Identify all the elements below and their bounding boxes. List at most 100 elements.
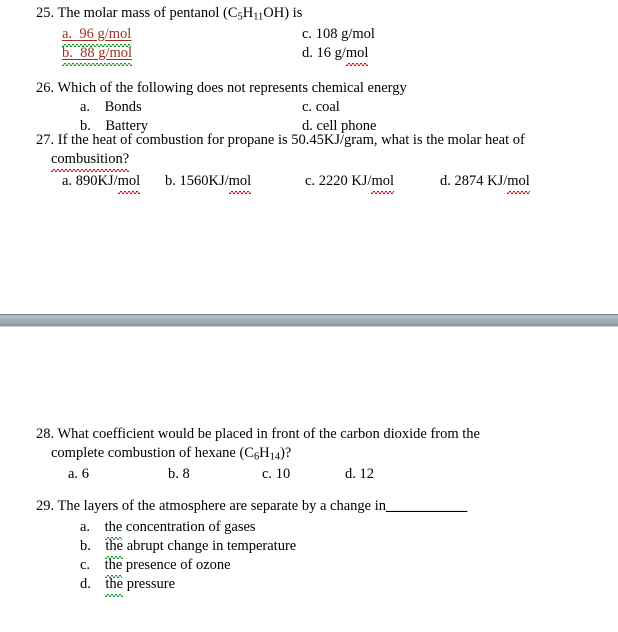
question-27-option-row: a. 890KJ/mol b. 1560KJ/mol c. 2220 KJ/mo… [0, 172, 618, 194]
question-25-stem: 25. The molar mass of pentanol (C5H11OH)… [0, 4, 618, 23]
question-26-option-a-text: Bonds [104, 99, 142, 115]
question-29-option-c-grammar: the [104, 557, 123, 578]
question-29-option-b[interactable]: b. the abrupt change in temperature [80, 537, 297, 559]
question-28-option-d[interactable]: d. 12 [345, 465, 374, 484]
question-29-option-a[interactable]: a. the concentration of gases [80, 518, 256, 540]
question-28-option-a-label: a. [68, 466, 79, 482]
question-25-option-b[interactable]: b. 88 g/mol [62, 44, 133, 66]
question-25-option-c-label: c. [302, 26, 313, 42]
question-28-stem-text: What coefficient would be placed in fron… [57, 426, 481, 442]
question-27-option-c[interactable]: c. 2220 KJ/mol [305, 172, 395, 194]
question-29-stem: 29. The layers of the atmosphere are sep… [0, 497, 618, 516]
question-26-option-c[interactable]: c. coal [302, 98, 340, 117]
question-29-option-b-label: b. [80, 538, 91, 554]
question-29-answer-blank[interactable]: ____________ [386, 498, 468, 514]
question-26-number: 26. [36, 80, 55, 96]
question-25-number: 25. [36, 5, 55, 21]
question-28-stem-line2: complete combustion of hexane (C6H14)? [0, 444, 618, 463]
question-25-option-d[interactable]: d. 16 g/mol [302, 44, 369, 66]
question-27-option-d-misspelling: mol [507, 173, 530, 194]
question-28-option-c-text: 10 [275, 466, 291, 482]
question-28-subscript-2: 14 [269, 451, 281, 463]
question-26-option-a-label: a. [80, 99, 91, 115]
question-27-option-b-label: b. [165, 173, 176, 189]
question-25-option-a-text: 96 g/mol [79, 26, 132, 42]
question-26-option-c-text: coal [315, 99, 340, 115]
question-29-option-a-label: a. [80, 519, 91, 535]
document-page: 25. The molar mass of pentanol (C5H11OH)… [0, 0, 618, 600]
question-25: 25. The molar mass of pentanol (C5H11OH)… [0, 4, 618, 66]
question-28-option-d-text: 12 [359, 466, 375, 482]
question-28-option-c-label: c. [262, 466, 273, 482]
question-29-option-d-text: pressure [123, 576, 176, 592]
question-25-option-row-1: a. 96 g/mol c. 108 g/mol [0, 25, 618, 47]
question-25-option-c[interactable]: c. 108 g/mol [302, 25, 375, 44]
question-27-option-a-text: 890KJ/ [75, 173, 118, 189]
question-27-number: 27. [36, 132, 55, 148]
question-28-stem: 28. What coefficient would be placed in … [0, 425, 618, 444]
question-28-option-a-text: 6 [81, 466, 89, 482]
question-28-stem-line2-a: complete combustion of hexane (C [51, 445, 254, 461]
question-28-number: 28. [36, 426, 55, 442]
question-29-number: 29. [36, 498, 55, 514]
question-25-option-d-text: 16 g/ [316, 45, 346, 61]
question-28-option-c[interactable]: c. 10 [262, 465, 290, 484]
question-28-option-row: a. 6 b. 8 c. 10 d. 12 [0, 465, 618, 484]
question-26-stem: 26. Which of the following does not repr… [0, 79, 618, 98]
question-25-subscript-2: 11 [253, 11, 264, 23]
question-26-option-a[interactable]: a. Bonds [80, 98, 142, 117]
question-25-stem-mid: H [242, 5, 254, 21]
question-29-option-c[interactable]: c. the presence of ozone [80, 556, 231, 578]
question-27: 27. If the heat of combustion for propan… [0, 131, 618, 194]
question-29-option-row-b: b. the abrupt change in temperature [0, 537, 618, 559]
question-25-stem-text: The molar mass of pentanol (C [57, 5, 238, 21]
question-25-option-d-misspelling: mol [345, 45, 369, 66]
question-29-option-d-label: d. [80, 576, 91, 592]
question-29-option-row-d: d. the pressure [0, 575, 618, 597]
question-28: 28. What coefficient would be placed in … [0, 425, 618, 484]
question-25-option-a-label: a. [62, 26, 73, 42]
question-26-option-row-1: a. Bonds c. coal [0, 98, 618, 117]
question-25-option-a[interactable]: a. 96 g/mol [62, 25, 132, 47]
question-25-option-row-2: b. 88 g/mol d. 16 g/mol [0, 44, 618, 66]
question-29: 29. The layers of the atmosphere are sep… [0, 497, 618, 597]
question-25-option-b-label: b. [62, 45, 73, 61]
question-27-stem: 27. If the heat of combustion for propan… [0, 131, 618, 150]
question-27-option-d-label: d. [440, 173, 451, 189]
question-26-option-c-label: c. [302, 99, 313, 115]
question-27-stem-text: If the heat of combustion for propane is… [57, 132, 525, 148]
page-break-separator [0, 313, 618, 327]
question-27-stem-line2: combusition? [0, 150, 618, 172]
question-28-stem-line2-b: H [259, 445, 270, 461]
question-29-option-row-c: c. the presence of ozone [0, 556, 618, 578]
question-25-option-c-text: 108 g/mol [315, 26, 375, 42]
question-27-option-b-text: 1560KJ/ [179, 173, 229, 189]
question-29-option-d-grammar: the [105, 576, 124, 597]
question-27-option-c-misspelling: mol [371, 173, 395, 194]
question-27-misspelling: combusition? [51, 151, 130, 172]
question-27-option-a-label: a. [62, 173, 73, 189]
question-29-option-a-grammar: the [104, 519, 123, 540]
question-27-option-a-misspelling: mol [117, 173, 141, 194]
question-27-option-b[interactable]: b. 1560KJ/mol [165, 172, 252, 194]
question-25-option-d-label: d. [302, 45, 313, 61]
question-27-option-b-misspelling: mol [228, 173, 252, 194]
question-29-option-b-text: abrupt change in temperature [123, 538, 297, 554]
question-28-option-a[interactable]: a. 6 [68, 465, 89, 484]
question-28-stem-line2-c: )? [280, 445, 292, 461]
question-29-option-d[interactable]: d. the pressure [80, 575, 176, 597]
question-29-option-c-label: c. [80, 557, 91, 573]
question-28-option-b[interactable]: b. 8 [168, 465, 190, 484]
question-25-stem-end: OH) is [263, 5, 303, 21]
question-29-stem-text: The layers of the atmosphere are separat… [57, 498, 387, 514]
question-29-option-row-a: a. the concentration of gases [0, 518, 618, 540]
question-26-stem-text: Which of the following does not represen… [57, 80, 407, 96]
question-28-option-d-label: d. [345, 466, 356, 482]
question-27-option-a[interactable]: a. 890KJ/mol [62, 172, 141, 194]
question-29-option-a-text: concentration of gases [122, 519, 256, 535]
question-28-option-b-label: b. [168, 466, 179, 482]
question-29-option-c-text: presence of ozone [122, 557, 231, 573]
question-27-option-c-label: c. [305, 173, 316, 189]
question-27-option-d[interactable]: d. 2874 KJ/mol [440, 172, 530, 194]
question-25-option-b-text: 88 g/mol [80, 45, 133, 61]
